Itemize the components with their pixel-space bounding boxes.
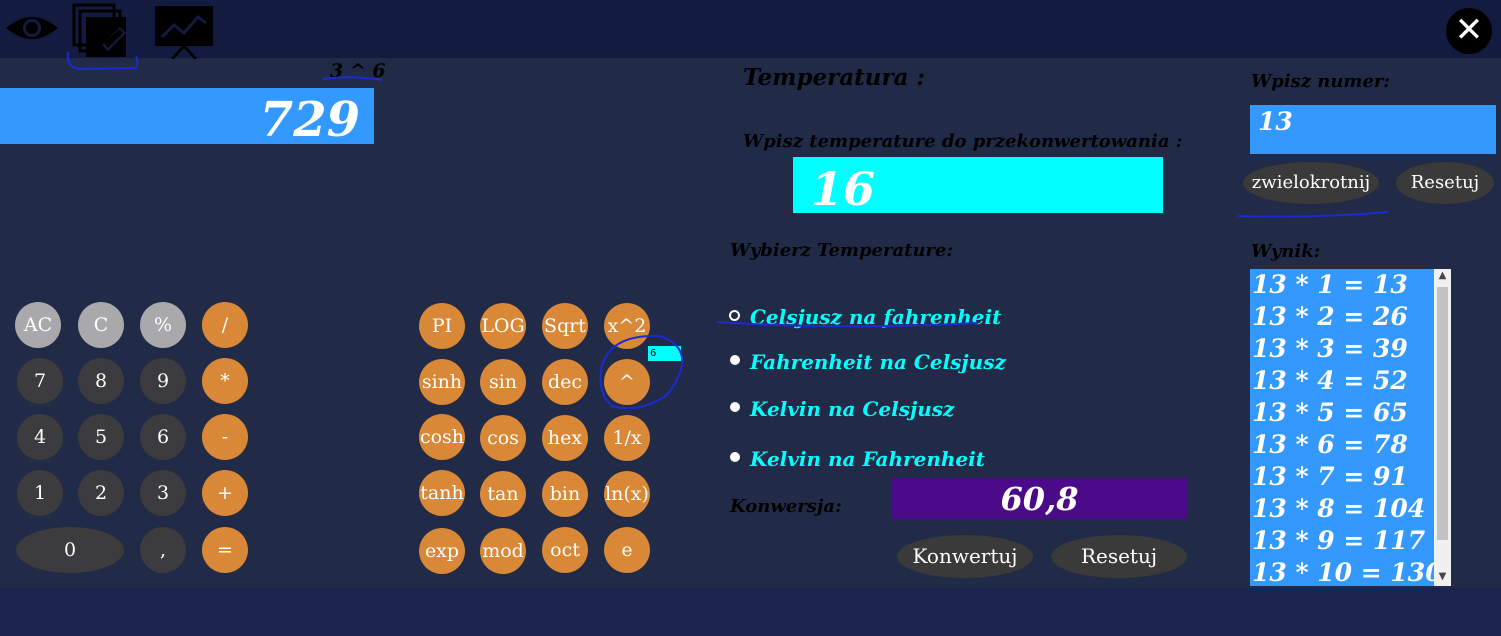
dec-button[interactable]: dec (542, 359, 588, 405)
option-label[interactable]: Fahrenheit na Celsjusz (750, 350, 1006, 374)
comma-button[interactable]: , (140, 527, 186, 573)
result-list[interactable]: 13 * 1 = 13 13 * 2 = 26 13 * 3 = 39 13 *… (1250, 269, 1451, 586)
layers-edit-icon[interactable] (72, 3, 132, 59)
digit-2-button[interactable]: 2 (78, 470, 124, 516)
e-button[interactable]: e (604, 527, 650, 573)
list-item: 13 * 5 = 65 (1252, 398, 1408, 427)
digit-3-button[interactable]: 3 (140, 470, 186, 516)
plus-button[interactable]: + (202, 470, 248, 516)
cosh-button[interactable]: cosh (419, 414, 465, 460)
temperature-reset-button[interactable]: Resetuj (1051, 535, 1187, 578)
bottom-bar (0, 588, 1501, 636)
digit-8-button[interactable]: 8 (78, 358, 124, 404)
temperature-input-label: Wpisz temperature do przekonwertowania : (743, 131, 1183, 152)
digit-9-button[interactable]: 9 (140, 358, 186, 404)
result-scrollbar[interactable]: ▲ ▼ (1434, 269, 1451, 586)
tanh-button[interactable]: tanh (419, 470, 465, 516)
conversion-label: Konwersja: (730, 496, 842, 517)
radio-celsius-fahrenheit[interactable] (729, 310, 740, 321)
choose-temperature-label: Wybierz Temperature: (730, 240, 954, 261)
oct-button[interactable]: oct (542, 527, 588, 573)
log-button[interactable]: LOG (480, 303, 526, 349)
multiply-table-button[interactable]: zwielokrotnij (1243, 162, 1379, 204)
reciprocal-button[interactable]: 1/x (604, 415, 650, 461)
cos-button[interactable]: cos (480, 415, 526, 461)
digit-1-button[interactable]: 1 (17, 470, 63, 516)
list-item: 13 * 4 = 52 (1252, 366, 1408, 395)
temperature-title: Temperatura : (743, 64, 926, 91)
calc-display: 729 (0, 88, 374, 148)
sin-button[interactable]: sin (480, 359, 526, 405)
radio-kelvin-fahrenheit[interactable] (730, 452, 740, 462)
option-label[interactable]: Celsjusz na fahrenheit (750, 305, 1001, 329)
radio-kelvin-celsius[interactable] (730, 402, 740, 412)
radio-fahrenheit-celsius[interactable] (730, 355, 740, 365)
list-item: 13 * 2 = 26 (1252, 302, 1408, 331)
divide-button[interactable]: / (202, 302, 248, 348)
digit-5-button[interactable]: 5 (78, 414, 124, 460)
equals-button[interactable]: = (202, 527, 248, 573)
clear-button[interactable]: C (78, 302, 124, 348)
tan-button[interactable]: tan (480, 471, 526, 517)
scrollbar-thumb[interactable] (1437, 287, 1448, 540)
hex-button[interactable]: hex (542, 415, 588, 461)
mod-button[interactable]: mod (480, 528, 526, 574)
power-button[interactable]: ^ (604, 359, 650, 405)
top-toolbar (0, 0, 1501, 58)
chevron-down-icon[interactable]: ▼ (1434, 571, 1451, 582)
percent-button[interactable]: % (140, 302, 186, 348)
list-item: 13 * 6 = 78 (1252, 430, 1408, 459)
sqrt-button[interactable]: Sqrt (542, 303, 588, 349)
ac-button[interactable]: AC (15, 302, 61, 348)
digit-0-button[interactable]: 0 (16, 527, 124, 573)
option-label[interactable]: Kelvin na Celsjusz (750, 397, 954, 421)
close-button[interactable]: ✕ (1446, 8, 1492, 54)
multiplication-reset-button[interactable]: Resetuj (1396, 162, 1494, 204)
multiply-button[interactable]: * (202, 358, 248, 404)
exp-button[interactable]: exp (419, 528, 465, 574)
number-input-label: Wpisz numer: (1251, 71, 1391, 92)
convert-button[interactable]: Konwertuj (897, 535, 1033, 578)
sinh-button[interactable]: sinh (419, 359, 465, 405)
square-button[interactable]: x^2 (604, 303, 650, 349)
ln-button[interactable]: ln(x) (604, 471, 650, 517)
calc-expression: 3 ^ 6 (330, 60, 386, 82)
minus-button[interactable]: - (202, 414, 248, 460)
digit-4-button[interactable]: 4 (17, 414, 63, 460)
temperature-input[interactable]: 16 (793, 157, 1163, 216)
list-item: 13 * 7 = 91 (1252, 462, 1408, 491)
list-item: 13 * 10 = 130 (1252, 558, 1443, 586)
number-input[interactable]: 13 (1250, 105, 1496, 154)
conversion-output: 60,8 (892, 478, 1187, 519)
chart-board-icon[interactable] (154, 5, 214, 59)
list-item: 13 * 9 = 117 (1252, 526, 1426, 555)
list-item: 13 * 3 = 39 (1252, 334, 1408, 363)
eye-icon[interactable] (4, 12, 60, 44)
list-item: 13 * 1 = 13 (1252, 270, 1408, 299)
bin-button[interactable]: bin (542, 471, 588, 517)
option-label[interactable]: Kelvin na Fahrenheit (750, 447, 985, 471)
list-item: 13 * 8 = 104 (1252, 494, 1426, 523)
result-label: Wynik: (1251, 241, 1321, 262)
chevron-up-icon[interactable]: ▲ (1434, 270, 1451, 281)
pi-button[interactable]: PI (419, 303, 465, 349)
power-input[interactable]: 6 (648, 346, 681, 361)
digit-7-button[interactable]: 7 (17, 358, 63, 404)
digit-6-button[interactable]: 6 (140, 414, 186, 460)
